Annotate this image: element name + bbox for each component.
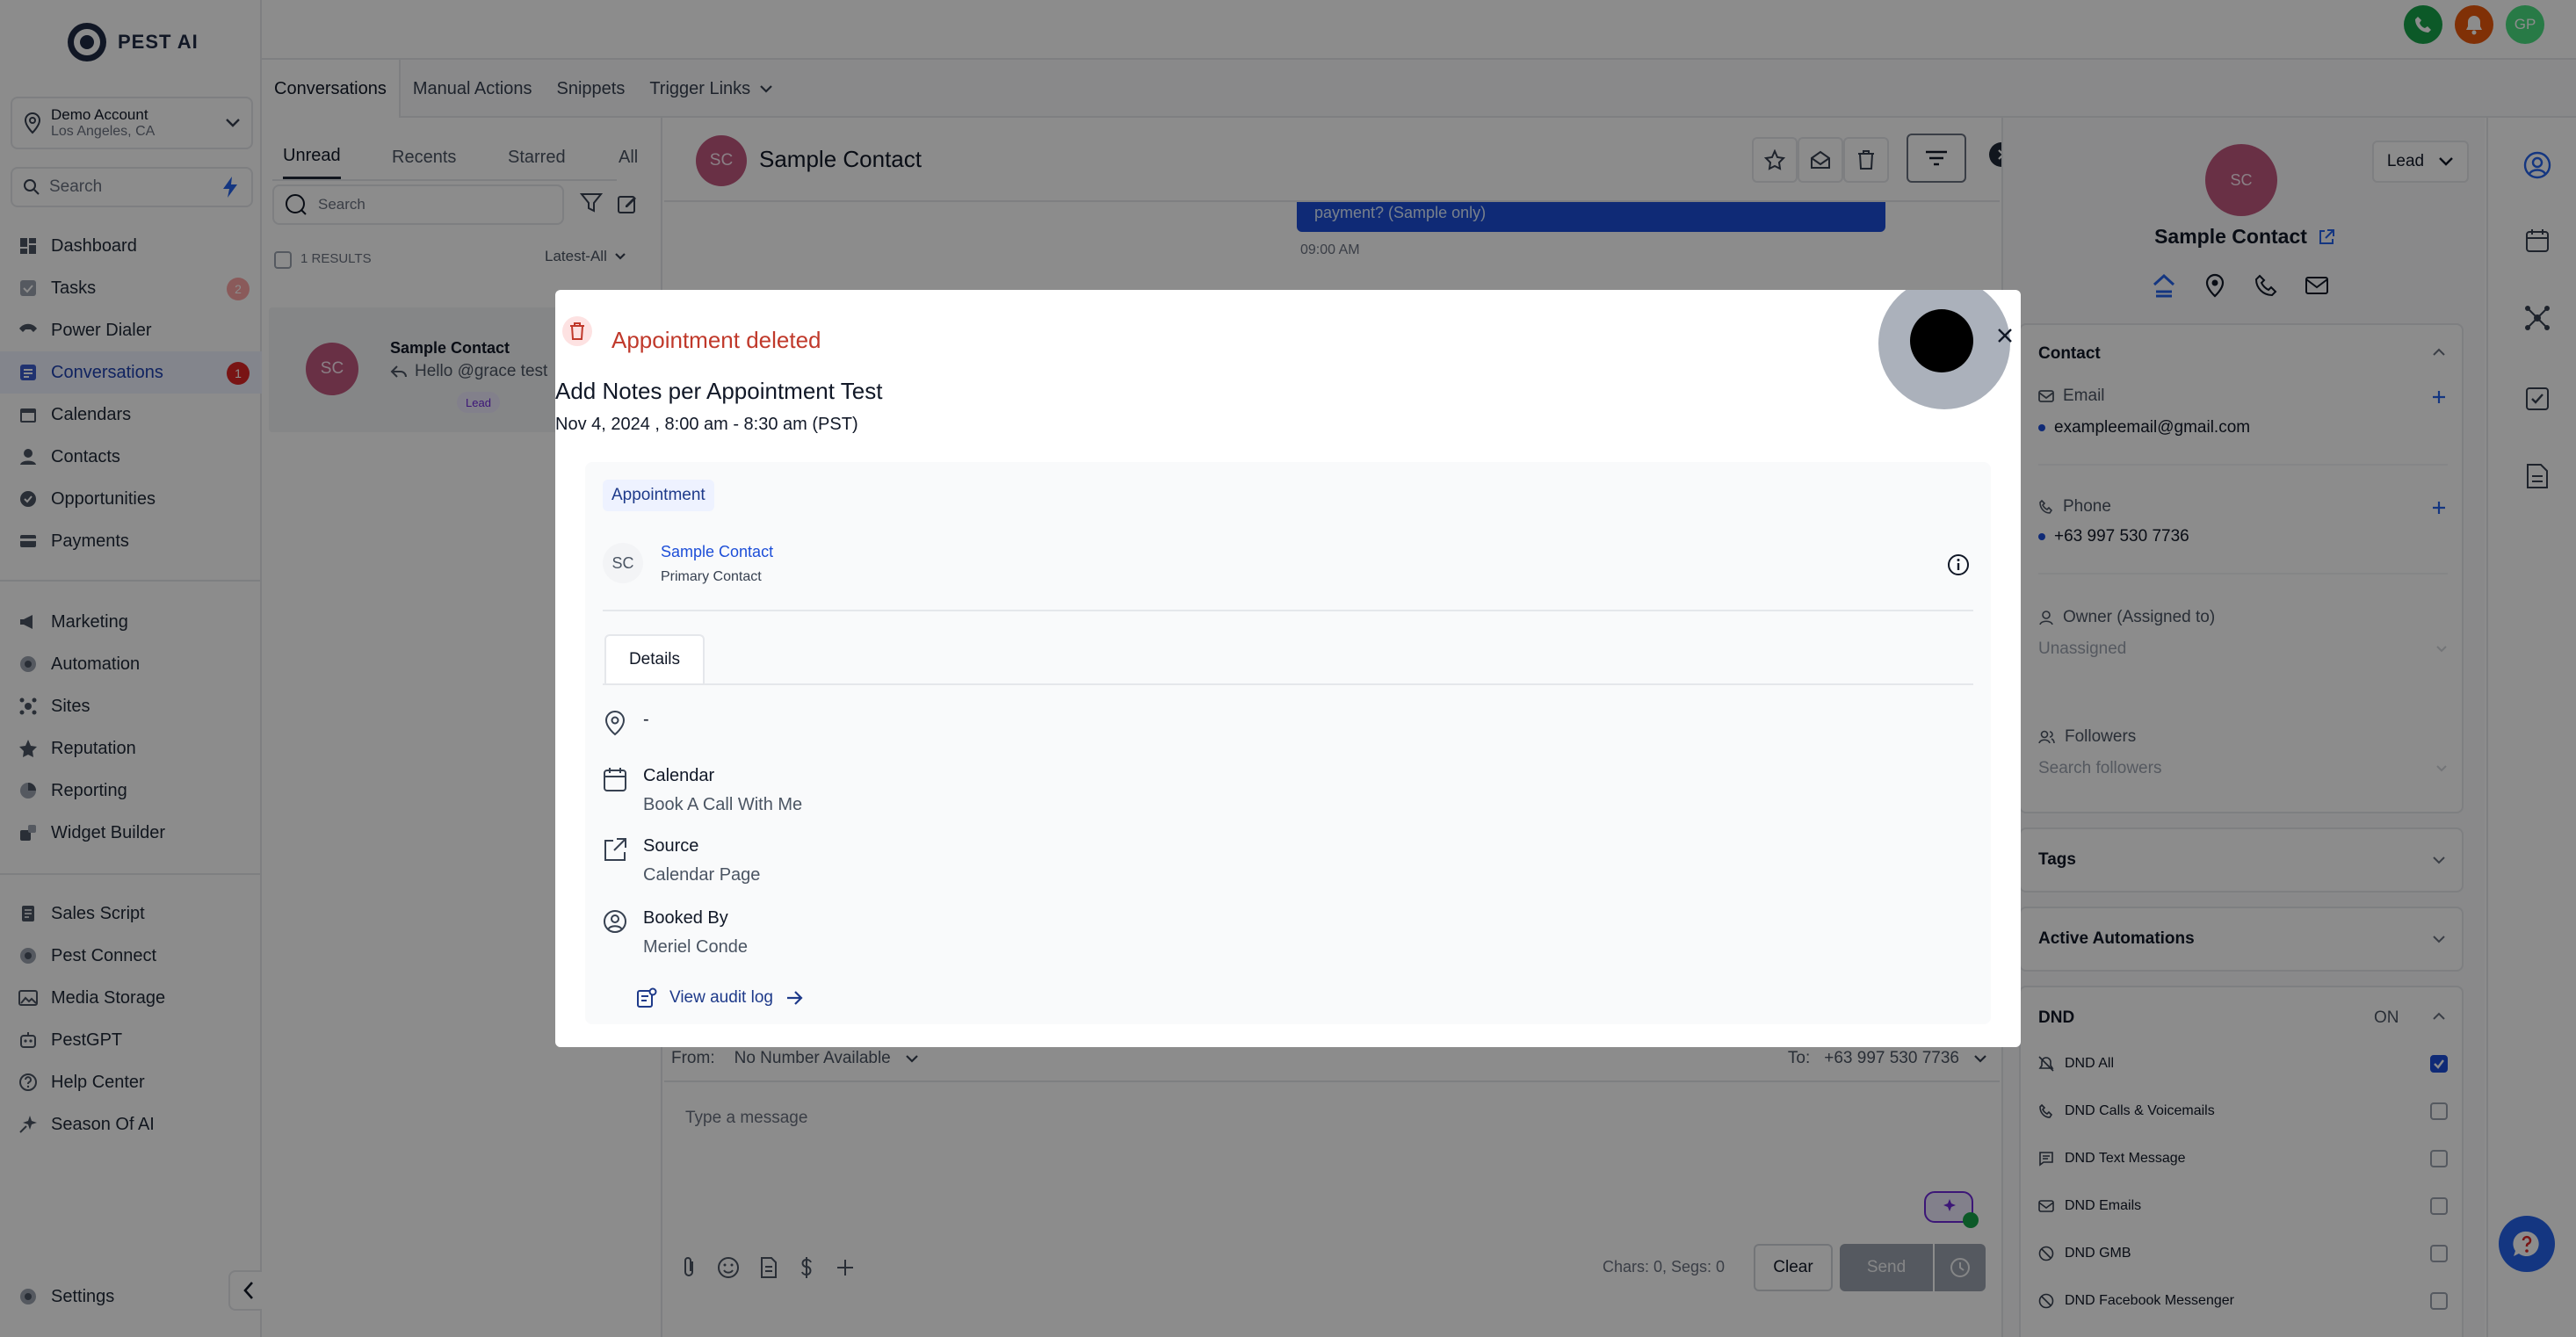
deleted-status-icon-wrap	[562, 316, 592, 346]
view-audit-log-link[interactable]: View audit log	[636, 987, 805, 1008]
appointment-tag: Appointment	[603, 480, 714, 511]
user-circle-icon	[604, 910, 626, 933]
info-icon[interactable]	[1947, 553, 1970, 576]
close-icon[interactable]	[1996, 327, 2014, 344]
appointment-booked-by-row: Booked By Meriel Conde	[603, 908, 748, 958]
location-pin-icon	[604, 710, 626, 736]
appointment-location-row: -	[603, 710, 649, 736]
trash-icon	[570, 322, 584, 340]
calendar-label: Calendar	[643, 766, 715, 785]
appointment-calendar-row: Calendar Book A Call With Me	[603, 766, 802, 815]
arrow-right-icon	[786, 991, 803, 1005]
source-label: Source	[643, 836, 699, 856]
appointment-datetime: Nov 4, 2024 , 8:00 am - 8:30 am (PST)	[555, 415, 858, 434]
appointment-contact-avatar: SC	[603, 543, 643, 583]
source-value: Calendar Page	[643, 865, 761, 885]
audit-log-icon	[637, 987, 657, 1008]
appointment-location-value: -	[643, 710, 649, 729]
divider	[603, 683, 1973, 685]
appointment-modal: Appointment deleted Add Notes per Appoin…	[555, 290, 2021, 1047]
calendar-value: Book A Call With Me	[643, 795, 803, 814]
appointment-title: Add Notes per Appointment Test	[555, 378, 883, 404]
appointment-tag-wrap: Appointment	[603, 480, 714, 511]
booked-by-label: Booked By	[643, 908, 728, 928]
audit-log-label: View audit log	[669, 988, 773, 1007]
appointment-contact-role: Primary Contact	[661, 569, 762, 584]
appointment-contact-link[interactable]: Sample Contact	[661, 543, 773, 561]
cursor-dot	[1910, 309, 1973, 372]
divider	[603, 610, 1973, 611]
appointment-status: Appointment deleted	[611, 327, 821, 353]
tab-details[interactable]: Details	[604, 634, 705, 683]
appointment-details-card: Appointment SC Sample Contact Primary Co…	[585, 462, 1991, 1024]
calendar-icon	[604, 768, 626, 791]
booked-by-value: Meriel Conde	[643, 937, 748, 957]
external-link-icon	[604, 838, 626, 861]
appointment-source-row: Source Calendar Page	[603, 836, 760, 885]
